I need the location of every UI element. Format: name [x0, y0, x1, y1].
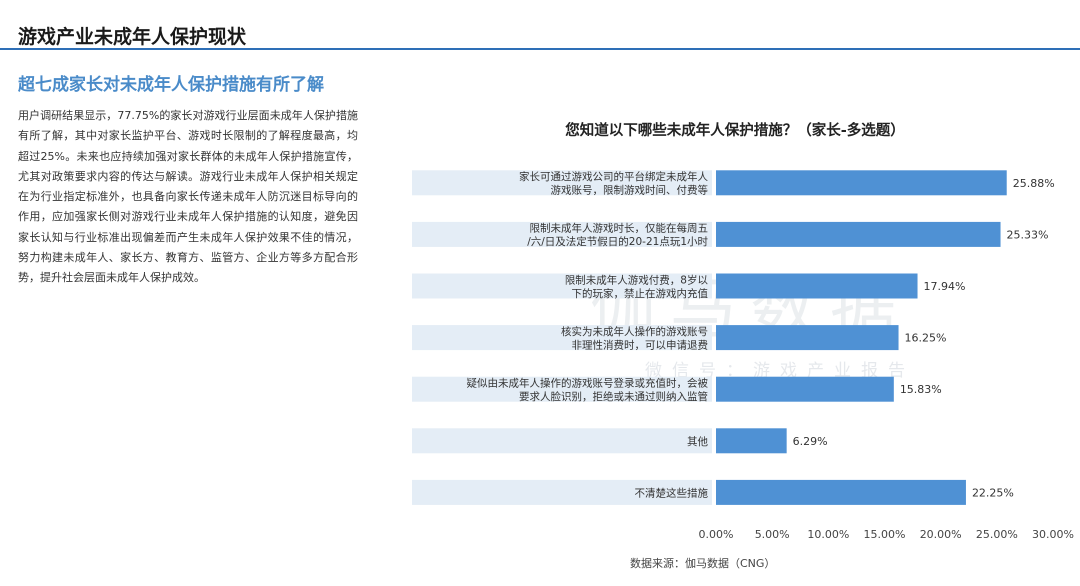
value-label: 16.25%: [905, 332, 947, 345]
category-label: 其他: [687, 435, 708, 448]
category-label: 限制未成年人游戏付费，8岁以: [565, 273, 709, 286]
category-band: [412, 428, 712, 454]
bar: [716, 273, 918, 299]
value-label: 25.33%: [1007, 228, 1049, 241]
bar-chart: 家长可通过游戏公司的平台绑定未成年人游戏账号，限制游戏时间、付费等 25.88% 限…: [412, 170, 1074, 541]
category-label: 家长可通过游戏公司的平台绑定未成年人: [519, 170, 708, 183]
bar: [716, 376, 894, 402]
category-label: /六/日及法定节假日的20-21点玩1小时: [527, 235, 708, 248]
x-tick-label: 0.00%: [699, 528, 734, 541]
bar: [716, 428, 787, 454]
x-tick-label: 5.00%: [755, 528, 790, 541]
bar: [716, 170, 1007, 196]
x-tick-label: 15.00%: [864, 528, 906, 541]
category-label: 非理性消费时，可以申请退费: [572, 338, 709, 351]
category-label: 疑似由未成年人操作的游戏账号登录或充值时，会被: [467, 376, 709, 389]
category-label: 不清楚这些措施: [635, 486, 709, 499]
value-label: 6.29%: [793, 435, 828, 448]
value-label: 15.83%: [900, 383, 942, 396]
x-tick-label: 10.00%: [807, 528, 849, 541]
category-label: 要求人脸识别，拒绝或未通过则纳入监管: [519, 390, 708, 403]
data-source: 数据来源：伽马数据（CNG）: [630, 557, 776, 570]
value-label: 17.94%: [924, 280, 966, 293]
category-label: 限制未成年人游戏时长，仅能在每周五: [530, 222, 709, 235]
category-label: 核实为未成年人操作的游戏账号: [561, 325, 708, 338]
bar: [716, 325, 899, 351]
x-tick-label: 20.00%: [920, 528, 962, 541]
x-tick-label: 30.00%: [1032, 528, 1074, 541]
x-tick-label: 25.00%: [976, 528, 1018, 541]
bar: [716, 479, 966, 505]
category-label: 下的玩家，禁止在游戏内充值: [572, 287, 709, 300]
category-label: 游戏账号，限制游戏时间、付费等: [551, 184, 709, 197]
value-label: 22.25%: [972, 486, 1014, 499]
bar: [716, 221, 1001, 247]
value-label: 25.88%: [1013, 177, 1055, 190]
